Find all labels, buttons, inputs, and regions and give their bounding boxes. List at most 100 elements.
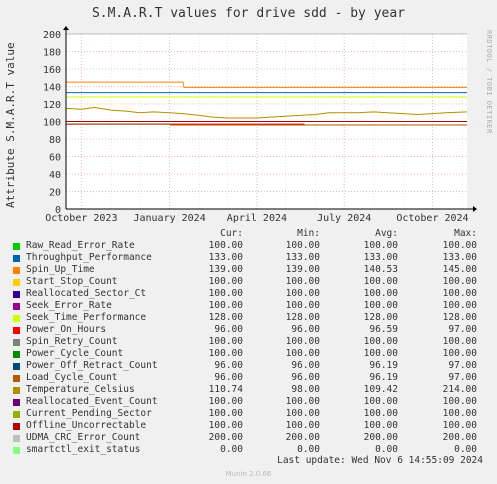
legend-item-name: Reallocated_Sector_Ct xyxy=(26,288,147,299)
legend-item-cur: 100.00 xyxy=(208,348,243,359)
legend-item-max: 145.00 xyxy=(442,264,477,275)
legend-item-min: 100.00 xyxy=(285,240,320,251)
legend-item-name: Seek_Time_Performance xyxy=(26,312,147,323)
legend-swatch xyxy=(13,399,20,406)
legend-swatch xyxy=(13,339,20,346)
y-tick-label: 80 xyxy=(49,135,61,146)
x-tick-label: January 2024 xyxy=(133,213,205,224)
legend-item-avg: 0.00 xyxy=(375,444,398,455)
legend-item-name: Spin_Up_Time xyxy=(26,264,95,275)
legend-item-cur: 100.00 xyxy=(208,420,243,431)
legend-item: Temperature_Celsius 110.74 98.00 109.42 214.… xyxy=(0,384,497,396)
x-axis-arrow xyxy=(473,206,477,212)
legend-item-min: 100.00 xyxy=(285,348,320,359)
legend-item-min: 0.00 xyxy=(297,444,320,455)
legend-item-min: 128.00 xyxy=(285,312,320,323)
legend-item: Start_Stop_Count 100.00 100.00 100.00 100.00 xyxy=(0,276,497,288)
legend-item-cur: 96.00 xyxy=(214,324,243,335)
legend-item-name: UDMA_CRC_Error_Count xyxy=(26,432,141,443)
y-tick-label: 120 xyxy=(43,100,61,111)
legend-item: Offline_Uncorrectable 100.00 100.00 100.00 1… xyxy=(0,420,497,432)
legend-item-avg: 133.00 xyxy=(363,252,398,263)
legend-swatch xyxy=(13,243,20,250)
legend-item: Throughput_Performance 133.00 133.00 133.00… xyxy=(0,252,497,264)
legend-item-cur: 100.00 xyxy=(208,288,243,299)
legend-item-max: 100.00 xyxy=(442,336,477,347)
legend-header-avg: Avg: xyxy=(375,228,398,239)
munin-version: Munin 2.0.66 xyxy=(225,470,272,478)
legend-item-max: 97.00 xyxy=(448,324,477,335)
y-tick-label: 20 xyxy=(49,188,61,199)
legend-item-avg: 100.00 xyxy=(363,240,398,251)
legend-item: Reallocated_Sector_Ct 100.00 100.00 100.00 1… xyxy=(0,288,497,300)
legend-header-min: Min: xyxy=(297,228,320,239)
legend-header-max: Max: xyxy=(454,228,477,239)
legend-item-cur: 0.00 xyxy=(220,444,243,455)
legend-item-cur: 100.00 xyxy=(208,300,243,311)
y-tick-label: 40 xyxy=(49,170,61,181)
legend-item-name: Power_Cycle_Count xyxy=(26,348,124,359)
legend-item-max: 100.00 xyxy=(442,420,477,431)
legend-item-max: 97.00 xyxy=(448,360,477,371)
legend-swatch xyxy=(13,447,20,454)
y-tick-label: 140 xyxy=(43,83,61,94)
legend-item-max: 100.00 xyxy=(442,408,477,419)
legend-item-max: 100.00 xyxy=(442,276,477,287)
legend-swatch xyxy=(13,279,20,286)
legend-item-max: 200.00 xyxy=(442,432,477,443)
legend-item: Load_Cycle_Count 96.00 96.00 96.19 97.00 xyxy=(0,372,497,384)
legend-swatch xyxy=(13,435,20,442)
legend-item-name: Power_Off_Retract_Count xyxy=(26,360,158,371)
legend-item-cur: 110.74 xyxy=(208,384,243,395)
legend-swatch xyxy=(13,267,20,274)
last-update: Last update: Wed Nov 6 14:55:09 2024 xyxy=(277,455,483,466)
legend-item: Current_Pending_Sector 100.00 100.00 100.00… xyxy=(0,408,497,420)
legend-item-min: 100.00 xyxy=(285,276,320,287)
x-tick-label: October 2023 xyxy=(45,213,117,224)
legend-swatch xyxy=(13,411,20,418)
legend-item-cur: 100.00 xyxy=(208,396,243,407)
legend-header: Cur: Min: Avg: Max: xyxy=(0,228,497,240)
legend-swatch xyxy=(13,363,20,370)
legend-item-cur: 139.00 xyxy=(208,264,243,275)
legend-item-cur: 100.00 xyxy=(208,240,243,251)
legend-item-min: 96.00 xyxy=(291,324,320,335)
legend-item-cur: 200.00 xyxy=(208,432,243,443)
legend-item-name: Spin_Retry_Count xyxy=(26,336,118,347)
legend-swatch xyxy=(13,291,20,298)
legend-item-avg: 96.19 xyxy=(369,372,398,383)
legend-item-name: Throughput_Performance xyxy=(26,252,152,263)
legend-item-avg: 100.00 xyxy=(363,300,398,311)
legend-swatch xyxy=(13,315,20,322)
legend-item-cur: 128.00 xyxy=(208,312,243,323)
legend-item-max: 128.00 xyxy=(442,312,477,323)
legend-item-name: Raw_Read_Error_Rate xyxy=(26,240,135,251)
legend-item-max: 100.00 xyxy=(442,240,477,251)
y-axis-arrow xyxy=(63,26,69,30)
legend-item-avg: 100.00 xyxy=(363,420,398,431)
legend-item-max: 133.00 xyxy=(442,252,477,263)
x-tick-label: October 2024 xyxy=(396,213,468,224)
legend-item: Power_Off_Retract_Count 96.00 96.00 96.19 97… xyxy=(0,360,497,372)
legend-item-max: 100.00 xyxy=(442,288,477,299)
legend-item-min: 100.00 xyxy=(285,288,320,299)
legend-item-max: 100.00 xyxy=(442,300,477,311)
legend-item-max: 100.00 xyxy=(442,396,477,407)
legend-item-min: 100.00 xyxy=(285,420,320,431)
legend-swatch xyxy=(13,351,20,358)
legend-item-avg: 96.59 xyxy=(369,324,398,335)
legend-item-min: 200.00 xyxy=(285,432,320,443)
legend-item-avg: 100.00 xyxy=(363,408,398,419)
legend-swatch xyxy=(13,423,20,430)
legend-item-min: 100.00 xyxy=(285,396,320,407)
legend-swatch xyxy=(13,375,20,382)
legend-item-cur: 133.00 xyxy=(208,252,243,263)
legend-swatch xyxy=(13,387,20,394)
legend-item-name: Seek_Error_Rate xyxy=(26,300,112,311)
legend-item-min: 100.00 xyxy=(285,408,320,419)
smart-values-chart: 020406080100120140160180200October 2023 J… xyxy=(43,26,477,224)
legend-item-name: smartctl_exit_status xyxy=(26,444,141,455)
x-tick-label: April 2024 xyxy=(227,213,287,224)
legend-item-avg: 200.00 xyxy=(363,432,398,443)
legend-item-name: Reallocated_Event_Count xyxy=(26,396,158,407)
